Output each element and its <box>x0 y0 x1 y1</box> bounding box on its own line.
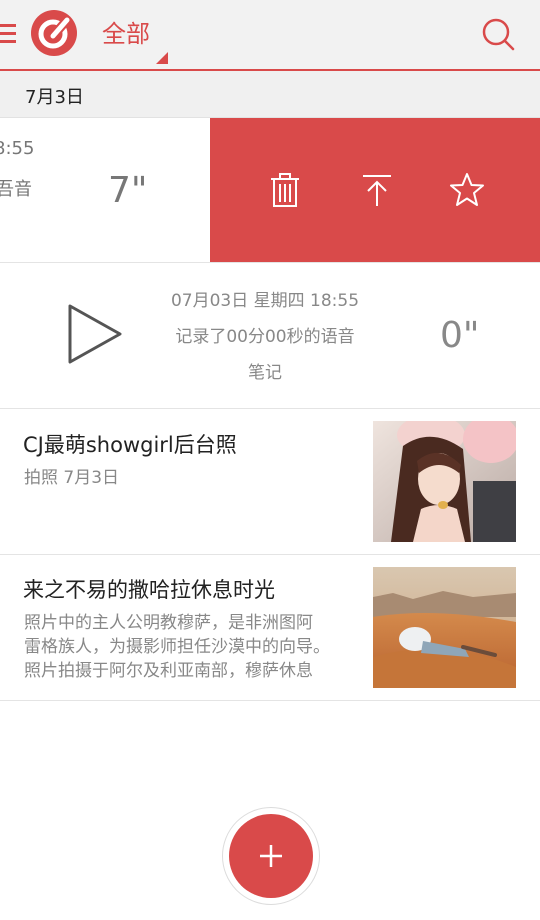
note-subtitle: 拍照 7月3日 <box>24 468 120 488</box>
photo-note-row[interactable]: CJ最萌showgirl后台照 拍照 7月3日 <box>0 409 540 555</box>
voice-note-datetime: 07月03日 星期四 18:55 <box>170 291 360 311</box>
note-excerpt: 照片中的主人公明教穆萨，是非洲图阿 雷格族人，为摄影师担任沙漠中的向导。 照片拍… <box>24 611 330 683</box>
photo-note-row[interactable]: 来之不易的撒哈拉休息时光 照片中的主人公明教穆萨，是非洲图阿 雷格族人，为摄影师… <box>0 555 540 701</box>
play-icon[interactable] <box>66 303 124 365</box>
star-icon[interactable] <box>450 172 484 208</box>
note-excerpt-line: 雷格族人，为摄影师担任沙漠中的向导。 <box>24 637 330 657</box>
desert-photo-thumbnail <box>373 567 516 688</box>
plus-icon <box>260 845 282 867</box>
menu-icon[interactable] <box>0 23 16 45</box>
app-logo-icon[interactable] <box>31 10 77 56</box>
top-app-bar: 全部 <box>0 0 540 71</box>
swiped-note-row[interactable]: 8:55 吾音 7" <box>0 118 540 263</box>
voice-note-desc-line1: 记录了00分00秒的语音 <box>175 327 355 347</box>
swipe-action-panel <box>210 118 540 262</box>
note-title: 来之不易的撒哈拉休息时光 <box>23 578 275 602</box>
dropdown-corner-icon <box>156 52 168 64</box>
note-desc-partial: 吾音 <box>0 179 32 200</box>
note-thumbnail <box>373 567 516 688</box>
date-group-label: 7月3日 <box>25 87 84 108</box>
portrait-photo-thumbnail <box>373 421 516 542</box>
note-time-partial: 8:55 <box>0 138 35 159</box>
note-title: CJ最萌showgirl后台照 <box>23 433 237 457</box>
voice-note-meta: 07月03日 星期四 18:55 记录了00分00秒的语音 笔记 <box>155 283 375 391</box>
note-duration: 7" <box>108 170 148 211</box>
category-filter-dropdown[interactable]: 全部 <box>102 16 172 64</box>
note-excerpt-line: 照片拍摄于阿尔及利亚南部，穆萨休息 <box>24 661 313 681</box>
note-thumbnail <box>373 421 516 542</box>
date-group-header: 7月3日 <box>0 71 540 118</box>
note-excerpt-line: 照片中的主人公明教穆萨，是非洲图阿 <box>24 613 313 633</box>
add-note-button[interactable] <box>229 814 313 898</box>
pin-top-icon[interactable] <box>360 172 394 208</box>
category-filter-label: 全部 <box>102 20 150 48</box>
voice-note-desc-line2: 笔记 <box>248 363 282 383</box>
search-icon[interactable] <box>480 16 516 52</box>
voice-note-duration: 0" <box>440 315 480 356</box>
trash-icon[interactable] <box>268 172 302 208</box>
